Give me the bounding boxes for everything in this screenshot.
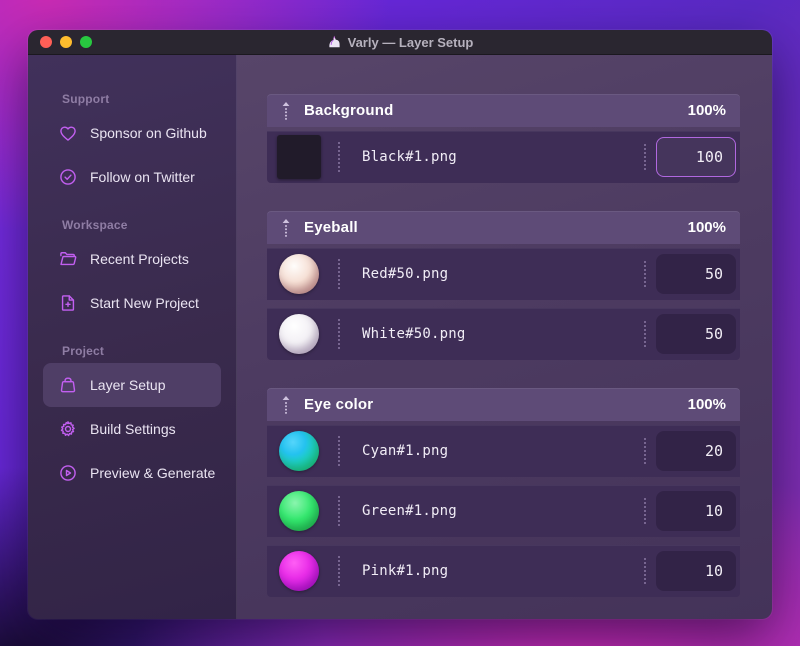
sidebar-item-build-settings[interactable]: Build Settings — [43, 407, 221, 451]
divider — [644, 261, 646, 287]
play-circle-icon — [60, 465, 76, 481]
sidebar-item-label: Follow on Twitter — [90, 169, 195, 185]
sidebar-section-project: Project Layer Setup Build Settings Previ… — [28, 343, 236, 495]
divider — [338, 496, 340, 526]
folder-icon — [60, 252, 77, 266]
layer-filename: Cyan#1.png — [362, 443, 449, 459]
sidebar-item-label: Build Settings — [90, 421, 176, 437]
layer-filename: White#50.png — [362, 326, 466, 342]
group-title: Background — [304, 102, 394, 119]
sidebar-item-label: Start New Project — [90, 295, 199, 311]
minimize-button[interactable] — [60, 36, 72, 48]
group-title: Eyeball — [304, 219, 358, 236]
layer-row-cyan: Cyan#1.png — [267, 425, 740, 477]
layer-row-white: White#50.png — [267, 308, 740, 360]
layer-weight-input[interactable] — [656, 314, 736, 354]
layer-row-black: Black#1.png — [267, 131, 740, 183]
sidebar-item-layer-setup[interactable]: Layer Setup — [43, 363, 221, 407]
window-content: Support Sponsor on Github Follow on Twit… — [28, 55, 772, 619]
group-weight: 100% — [687, 396, 726, 413]
divider — [644, 558, 646, 584]
section-label: Project — [62, 344, 105, 358]
divider — [644, 438, 646, 464]
sidebar: Support Sponsor on Github Follow on Twit… — [28, 55, 237, 619]
group-header: Eyeball 100% — [267, 211, 740, 244]
sidebar-item-label: Recent Projects — [90, 251, 189, 267]
layer-group-background: Background 100% Black#1.png — [267, 94, 740, 183]
group-weight: 100% — [687, 219, 726, 236]
layer-thumbnail — [277, 135, 321, 179]
divider — [338, 259, 340, 289]
group-title: Eye color — [304, 396, 374, 413]
divider — [338, 142, 340, 172]
window-title: Varly — Layer Setup — [327, 34, 474, 50]
divider — [644, 321, 646, 347]
sidebar-item-label: Layer Setup — [90, 377, 166, 393]
drag-handle-icon[interactable] — [281, 218, 291, 238]
sidebar-item-label: Preview & Generate — [90, 465, 216, 481]
group-header: Eye color 100% — [267, 388, 740, 421]
close-button[interactable] — [40, 36, 52, 48]
app-window: Varly — Layer Setup Support Sponsor on G… — [28, 30, 772, 619]
layer-filename: Green#1.png — [362, 503, 457, 519]
layer-group-eye-color: Eye color 100% Cyan#1.png Green#1.png — [267, 388, 740, 597]
layer-weight-input[interactable] — [656, 431, 736, 471]
sidebar-item-start-new-project[interactable]: Start New Project — [43, 281, 221, 325]
sidebar-item-preview-generate[interactable]: Preview & Generate — [43, 451, 221, 495]
sidebar-item-recent-projects[interactable]: Recent Projects — [43, 237, 221, 281]
sidebar-item-sponsor-on-github[interactable]: Sponsor on Github — [43, 111, 221, 155]
section-label: Support — [62, 92, 110, 106]
gear-icon — [60, 421, 75, 437]
divider — [644, 498, 646, 524]
sidebar-item-label: Sponsor on Github — [90, 125, 207, 141]
layer-row-pink: Pink#1.png — [267, 545, 740, 597]
divider — [338, 319, 340, 349]
unicorn-icon — [328, 35, 340, 47]
layer-filename: Black#1.png — [362, 149, 457, 165]
archive-box-icon — [60, 377, 76, 393]
heart-icon — [60, 126, 76, 141]
window-title-text: Varly — Layer Setup — [347, 34, 474, 50]
drag-handle-icon[interactable] — [281, 101, 291, 121]
badge-check-icon — [60, 169, 76, 185]
layer-thumbnail — [279, 431, 319, 471]
layer-weight-input[interactable] — [656, 491, 736, 531]
layer-row-red: Red#50.png — [267, 248, 740, 300]
layer-thumbnail — [279, 254, 319, 294]
drag-handle-icon[interactable] — [281, 395, 291, 415]
file-plus-icon — [61, 295, 75, 311]
sidebar-section-workspace: Workspace Recent Projects Start New Proj… — [28, 217, 236, 325]
layer-weight-input[interactable] — [656, 254, 736, 294]
layer-setup-panel: Background 100% Black#1.png 100 Eyeball … — [237, 55, 772, 619]
titlebar: Varly — Layer Setup — [28, 30, 772, 55]
traffic-lights — [40, 30, 92, 54]
divider — [338, 436, 340, 466]
group-weight: 100% — [687, 102, 726, 119]
layer-thumbnail — [279, 491, 319, 531]
layer-weight-input[interactable] — [656, 137, 736, 177]
layer-row-green: Green#1.png — [267, 485, 740, 537]
sidebar-section-support: Support Sponsor on Github Follow on Twit… — [28, 91, 236, 199]
divider — [338, 556, 340, 586]
layer-weight-input[interactable] — [656, 551, 736, 591]
group-header: Background 100% — [267, 94, 740, 127]
zoom-button[interactable] — [80, 36, 92, 48]
layer-filename: Red#50.png — [362, 266, 449, 282]
sidebar-item-follow-on-twitter[interactable]: Follow on Twitter — [43, 155, 221, 199]
divider — [644, 144, 646, 170]
layer-thumbnail — [279, 314, 319, 354]
layer-thumbnail — [279, 551, 319, 591]
section-label: Workspace — [62, 218, 128, 232]
layer-group-eyeball: Eyeball 100% Red#50.png White#50.png — [267, 211, 740, 360]
layer-filename: Pink#1.png — [362, 563, 449, 579]
